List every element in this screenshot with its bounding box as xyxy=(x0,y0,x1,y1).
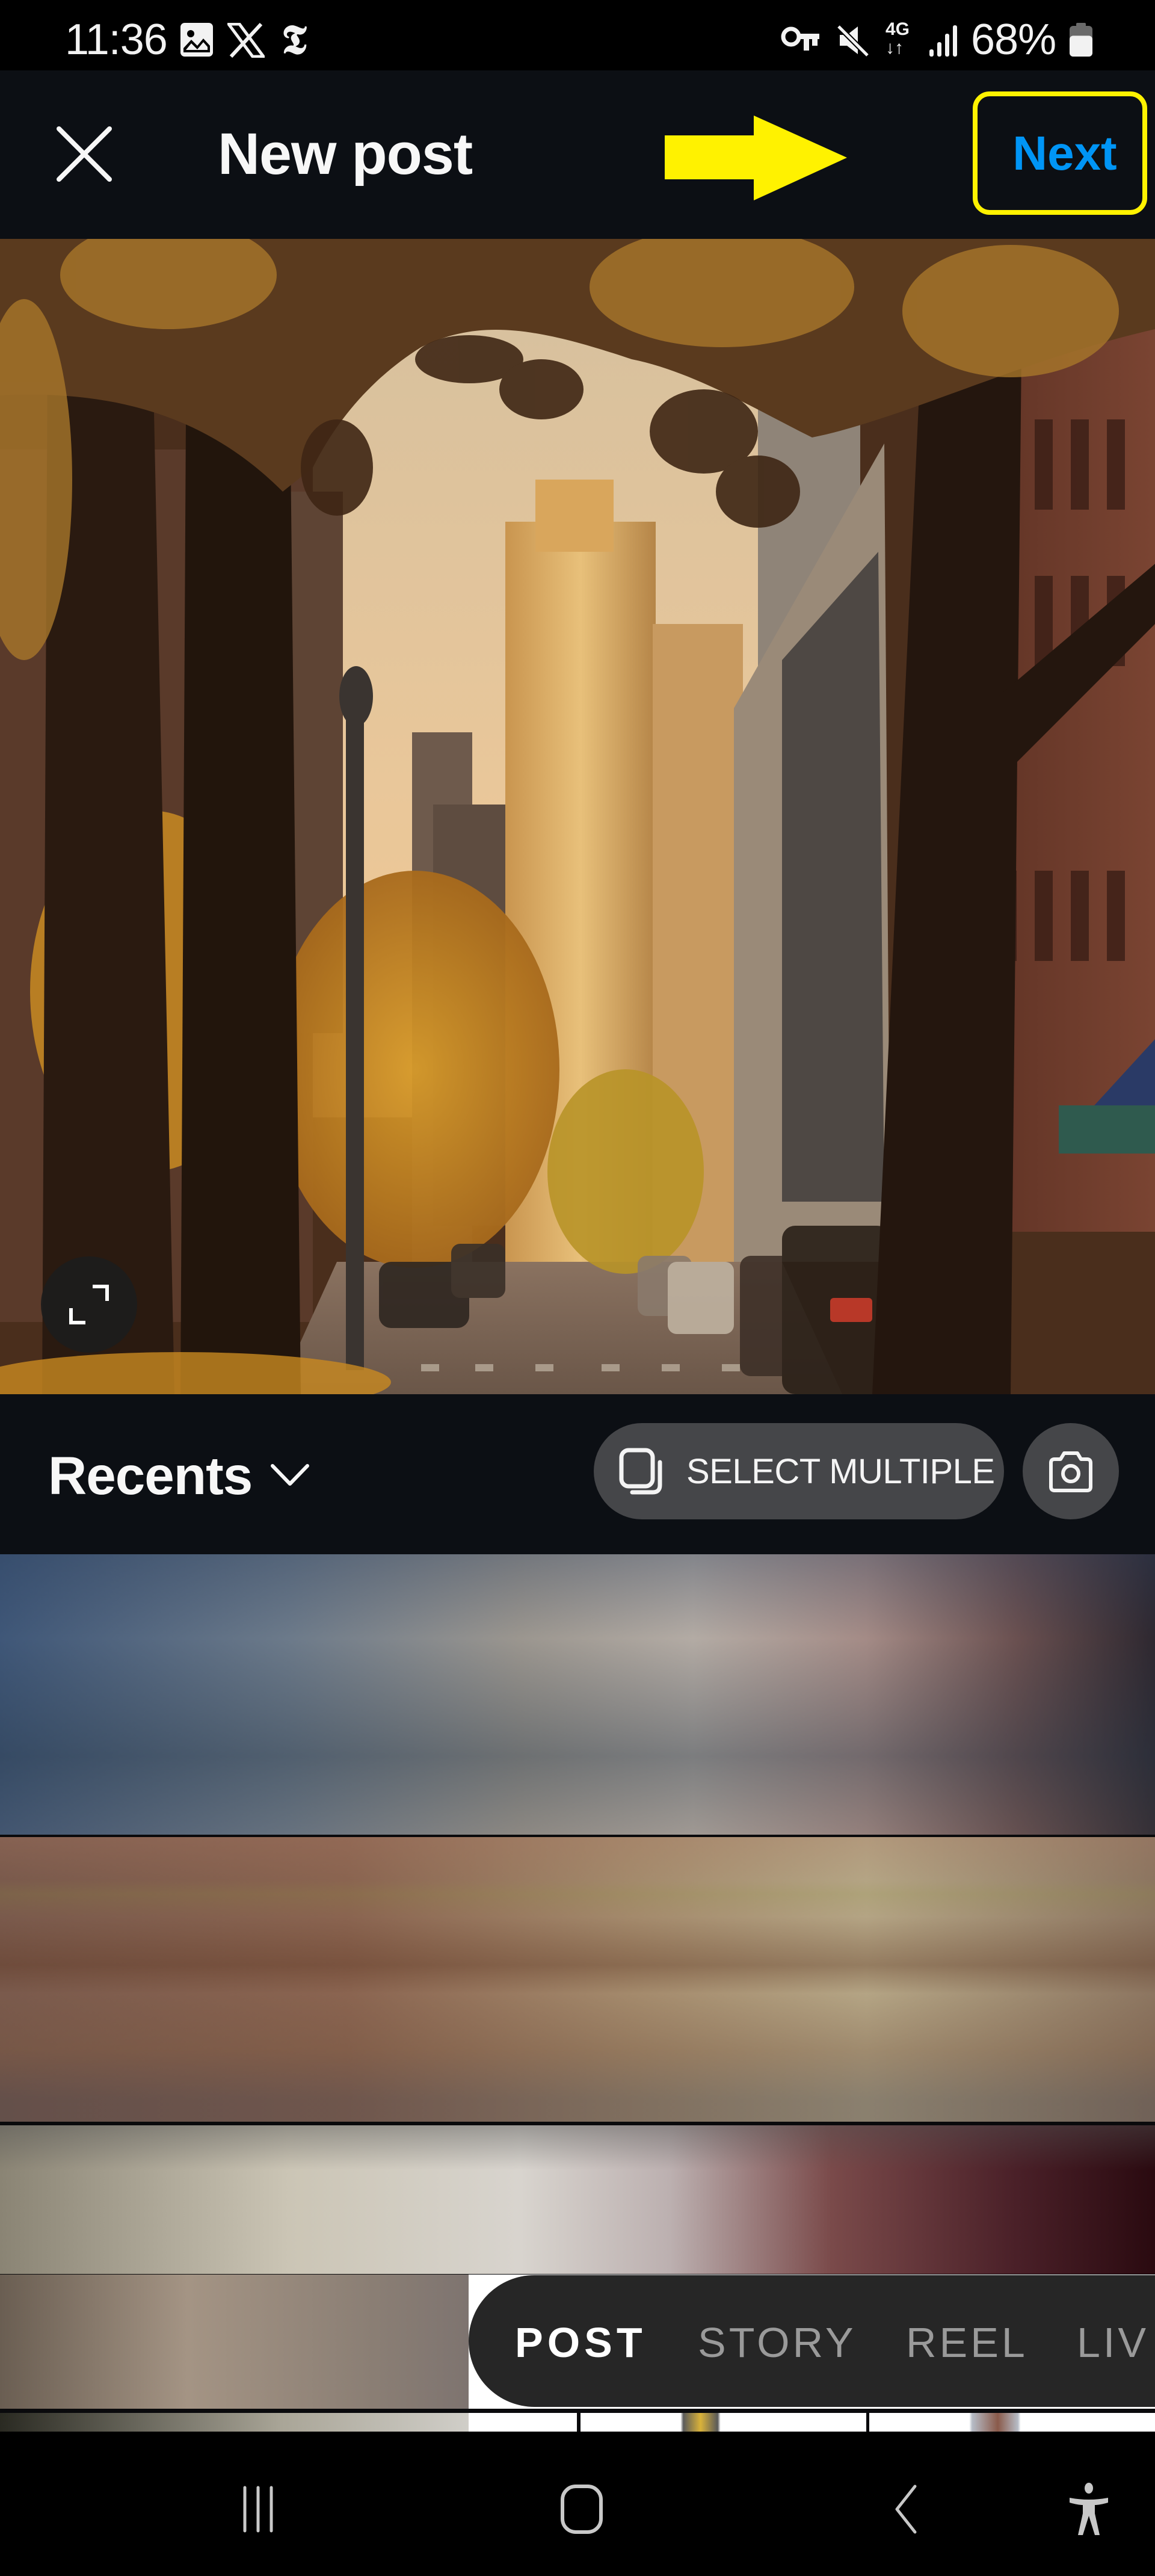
chevron-down-icon xyxy=(271,1464,310,1486)
recent-apps-button[interactable] xyxy=(219,2467,297,2551)
mode-tab-post[interactable]: POST xyxy=(515,2321,647,2364)
x-logo-icon xyxy=(227,23,265,58)
mode-tab-live[interactable]: LIV xyxy=(1077,2321,1149,2364)
camera-icon xyxy=(1049,1451,1092,1492)
expand-icon xyxy=(69,1285,109,1324)
home-icon xyxy=(561,2485,603,2534)
gallery-thumbnail[interactable] xyxy=(581,2413,866,2432)
camera-button[interactable] xyxy=(1023,1423,1119,1519)
next-button[interactable]: Next xyxy=(999,120,1131,187)
expand-button[interactable] xyxy=(41,1256,137,1353)
multi-select-icon xyxy=(619,1448,662,1495)
4g-data-icon: 4G ↓↑ xyxy=(886,20,910,58)
recent-apps-icon xyxy=(243,2486,273,2533)
album-label: Recents xyxy=(48,1445,253,1506)
gallery-icon xyxy=(180,23,213,57)
back-button[interactable] xyxy=(867,2467,945,2551)
mode-tab-story[interactable]: STORY xyxy=(698,2321,857,2364)
album-dropdown[interactable]: Recents xyxy=(48,1439,310,1512)
battery-icon xyxy=(1070,23,1092,57)
vpn-key-icon xyxy=(781,26,819,51)
home-button[interactable] xyxy=(543,2467,621,2551)
gallery-thumbnail[interactable] xyxy=(0,1837,1155,2122)
select-multiple-button[interactable]: SELECT MULTIPLE xyxy=(594,1423,1004,1519)
close-button[interactable] xyxy=(51,120,118,188)
accessibility-icon xyxy=(1070,2483,1108,2535)
select-multiple-label: SELECT MULTIPLE xyxy=(686,1451,995,1491)
accessibility-button[interactable] xyxy=(1050,2467,1128,2551)
nyt-logo-icon: 𝕿 xyxy=(282,16,307,64)
mode-tab-reel[interactable]: REEL xyxy=(906,2321,1028,2364)
signal-icon xyxy=(929,25,957,57)
gallery-thumbnail[interactable] xyxy=(0,2275,469,2409)
status-time: 11:36 xyxy=(65,16,168,64)
back-icon xyxy=(895,2485,917,2534)
data-arrows-icon: ↓↑ xyxy=(886,38,904,58)
page-title: New post xyxy=(218,121,473,187)
close-icon xyxy=(57,126,112,182)
network-type-label: 4G xyxy=(886,19,910,39)
gallery-thumbnail[interactable] xyxy=(469,2413,577,2432)
mute-icon xyxy=(836,24,870,57)
photo-preview[interactable] xyxy=(0,239,1155,1394)
battery-percent: 68% xyxy=(971,16,1056,64)
gallery-thumbnail[interactable] xyxy=(0,1554,1155,1835)
gallery-thumbnail[interactable] xyxy=(0,2125,1155,2274)
gallery-thumbnail[interactable] xyxy=(0,2413,469,2432)
preview-image xyxy=(0,239,1155,1394)
annotation-arrow-icon xyxy=(665,116,847,200)
gallery-thumbnail[interactable] xyxy=(869,2413,1155,2432)
